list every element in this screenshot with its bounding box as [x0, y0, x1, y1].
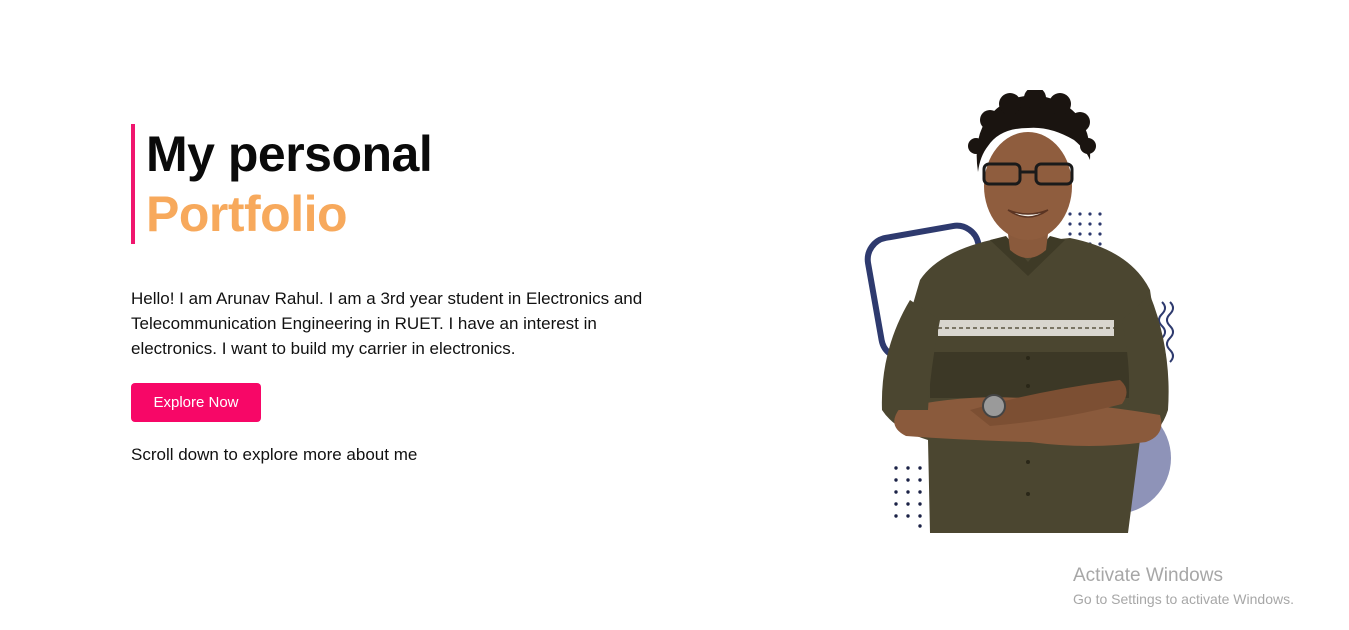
wristwatch: [982, 394, 1006, 418]
person-figure: [881, 90, 1169, 533]
title-line-primary: My personal: [146, 126, 433, 182]
scroll-hint: Scroll down to explore more about me: [131, 445, 418, 464]
hero-title: My personal Portfolio: [131, 124, 433, 244]
portfolio-page: My personal Portfolio Hello! I am Arunav…: [0, 0, 1349, 630]
watermark-title: Activate Windows: [1073, 565, 1223, 586]
title-line-highlight: Portfolio: [146, 186, 348, 242]
activate-windows-watermark: Activate Windows Go to Settings to activ…: [1073, 564, 1294, 610]
intro-paragraph: Hello! I am Arunav Rahul. I am a 3rd yea…: [131, 289, 643, 358]
watermark-subtitle: Go to Settings to activate Windows.: [1073, 591, 1294, 607]
face: [984, 132, 1072, 240]
explore-now-button[interactable]: Explore Now: [131, 383, 261, 422]
portrait-illustration: [864, 90, 1174, 533]
dot-grid-bottom: [894, 466, 934, 528]
